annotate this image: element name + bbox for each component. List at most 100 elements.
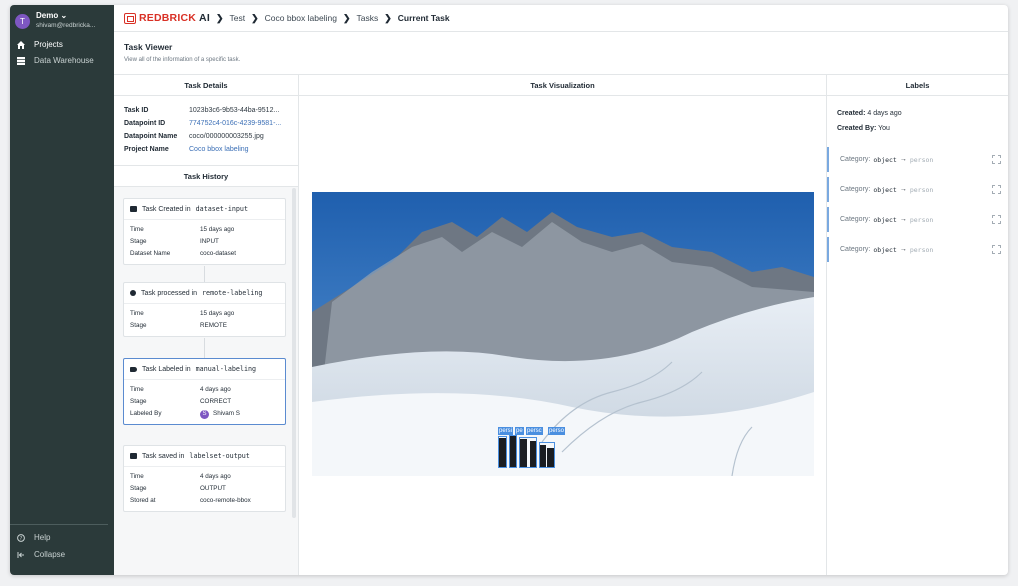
row-key: Stage (130, 238, 147, 245)
label-prefix: Category: (840, 186, 871, 193)
bbox-person[interactable] (509, 435, 517, 468)
datapoint-image[interactable]: persi pe persc perso (312, 192, 814, 477)
breadcrumb-project[interactable]: Coco bbox labeling (265, 13, 337, 23)
label-value: person (909, 155, 934, 164)
breadcrumb: REDBRICK AI ❯ Test ❯ Coco bbox labeling ❯… (114, 5, 1008, 32)
row-key: Time (130, 473, 144, 480)
breadcrumb-tasks[interactable]: Tasks (356, 13, 378, 23)
detail-value: 1023b3c6-9b53-44ba-9512... (189, 107, 280, 114)
detail-key: Project Name (124, 146, 169, 153)
task-history-heading: Task History (114, 166, 298, 187)
sidebar-item-data-warehouse[interactable]: Data Warehouse (17, 56, 94, 65)
sidebar-item-collapse[interactable]: Collapse (17, 550, 65, 559)
bbox-person[interactable] (498, 436, 507, 468)
arrow-right-icon: → (899, 216, 907, 223)
process-icon (130, 290, 136, 296)
stage-code: labelset-output (189, 452, 250, 460)
bbox-icon[interactable] (992, 185, 1001, 194)
label-class: object (873, 155, 897, 164)
row-value: 4 days ago (200, 473, 231, 480)
sidebar-divider (10, 524, 108, 525)
workspace-switcher[interactable]: T Demo ⌄ shivam@redbricka... (15, 9, 95, 33)
row-key: Time (130, 226, 144, 233)
datapoint-id-link[interactable]: 774752c4-016c-4239-9581-... (189, 117, 281, 130)
row-key: Time (130, 310, 144, 317)
history-scrollbar[interactable] (292, 188, 296, 518)
bbox-person[interactable] (539, 442, 555, 468)
labels-meta: Created: 4 days ago Created By: You (827, 96, 1008, 146)
workspace-name: Demo ⌄ (36, 11, 68, 20)
row-value: 15 days ago (200, 310, 235, 317)
database-icon (17, 56, 25, 65)
detail-row-project-name: Project Name Coco bbox labeling (124, 143, 288, 156)
detail-key: Task ID (124, 107, 149, 114)
history-card-labeled[interactable]: Task Labeled in manual-labeling Time 4 day… (123, 358, 286, 425)
row-value: Shivam S (213, 410, 240, 417)
stage-code: dataset-input (195, 205, 248, 213)
bbox-icon[interactable] (992, 155, 1001, 164)
created-by-value: You (878, 125, 890, 132)
label-class: object (873, 185, 897, 194)
card-title: Task Labeled in (142, 365, 191, 373)
row-key: Stage (130, 322, 147, 329)
breadcrumb-test[interactable]: Test (229, 13, 245, 23)
task-history-panel: Task History Task Created in dataset-inpu… (114, 166, 298, 575)
sidebar-item-help[interactable]: ? Help (17, 533, 50, 542)
logo-text-ai: AI (199, 12, 210, 24)
arrow-right-icon: → (899, 156, 907, 163)
created-key: Created: (837, 110, 866, 117)
sidebar: T Demo ⌄ shivam@redbricka... Projects Da… (10, 5, 114, 575)
redbrick-logo[interactable]: REDBRICK AI (124, 12, 210, 24)
label-value: person (909, 185, 934, 194)
label-value: person (909, 245, 934, 254)
label-value: person (909, 215, 934, 224)
row-value: OUTPUT (200, 485, 226, 492)
bbox-label: pe (515, 427, 524, 435)
label-item[interactable]: Category: object → person (827, 237, 1008, 262)
page-header: Task Viewer View all of the information … (114, 32, 1008, 75)
task-visualization-heading: Task Visualization (299, 75, 826, 96)
labels-panel: Labels Created: 4 days ago Created By: Y… (827, 75, 1008, 575)
bbox-icon[interactable] (992, 245, 1001, 254)
card-title: Task Created in (142, 205, 191, 213)
row-value: 4 days ago (200, 386, 231, 393)
row-value: CORRECT (200, 398, 232, 405)
bbox-person[interactable] (519, 437, 537, 468)
card-title: Task saved in (142, 452, 185, 460)
row-key: Labeled By (130, 410, 162, 417)
row-value: coco-dataset (200, 250, 237, 257)
chevron-right-icon: ❯ (215, 12, 224, 23)
detail-row-datapoint-name: Datapoint Name coco/000000003255.jpg (124, 130, 288, 143)
sidebar-item-label: Data Warehouse (34, 56, 94, 65)
breadcrumb-current-task: Current Task (397, 13, 450, 23)
task-visualization-panel: Task Visualization persi pe persc perso (299, 75, 827, 575)
row-value: coco-remote-bbox (200, 497, 251, 504)
collapse-icon (17, 551, 25, 559)
history-card-created: Task Created in dataset-input Time 15 days… (123, 198, 286, 265)
sidebar-item-projects[interactable]: Projects (17, 40, 63, 49)
label-item[interactable]: Category: object → person (827, 177, 1008, 202)
chevron-right-icon: ❯ (342, 12, 351, 23)
row-key: Time (130, 386, 144, 393)
detail-value: coco/000000003255.jpg (189, 133, 264, 140)
label-tag-icon (130, 366, 137, 372)
workspace-avatar: T (15, 13, 30, 29)
label-item[interactable]: Category: object → person (827, 147, 1008, 172)
sidebar-item-label: Projects (34, 40, 63, 49)
workspace-email: shivam@redbricka... (36, 22, 96, 29)
bbox-icon[interactable] (992, 215, 1001, 224)
detail-row-task-id: Task ID 1023b3c6-9b53-44ba-9512... (124, 104, 288, 117)
row-value: INPUT (200, 238, 219, 245)
row-key: Stored at (130, 497, 156, 504)
label-item[interactable]: Category: object → person (827, 207, 1008, 232)
chevron-right-icon: ❯ (384, 12, 392, 23)
database-icon (130, 206, 137, 212)
sidebar-item-label: Help (34, 533, 51, 542)
arrow-right-icon: → (899, 246, 907, 253)
project-name-link[interactable]: Coco bbox labeling (189, 143, 249, 156)
detail-key: Datapoint Name (124, 133, 178, 140)
label-prefix: Category: (840, 216, 871, 223)
detail-row-datapoint-id: Datapoint ID 774752c4-016c-4239-9581-... (124, 117, 288, 130)
task-history-list: Task Created in dataset-input Time 15 days… (114, 188, 290, 518)
labels-heading: Labels (827, 75, 1008, 96)
